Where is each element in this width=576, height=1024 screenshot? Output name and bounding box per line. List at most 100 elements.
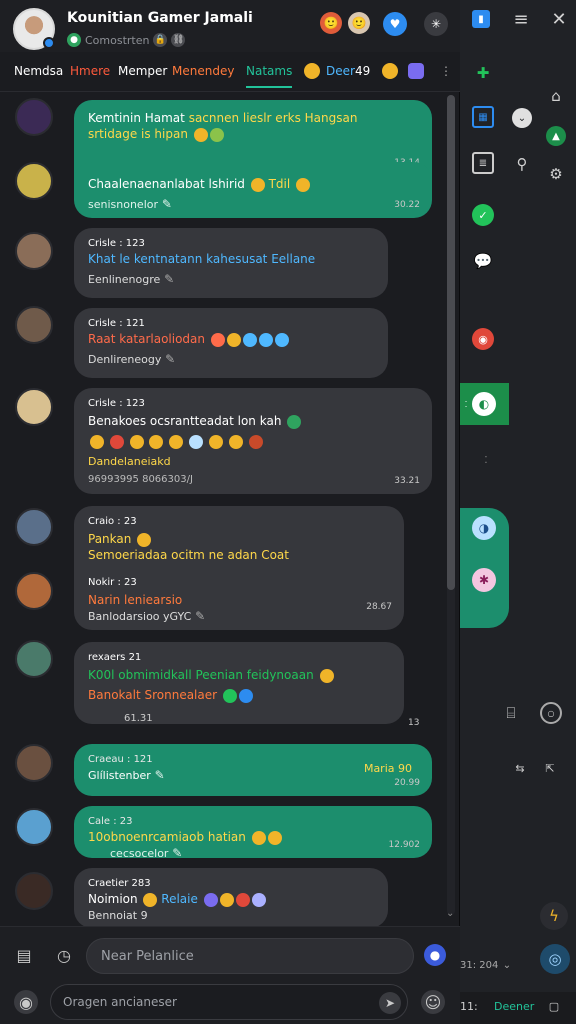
check-icon[interactable]: ✓: [472, 204, 494, 226]
member-avatar-icon-2[interactable]: 🙂: [348, 12, 370, 34]
attach-icon[interactable]: ▤: [12, 943, 36, 967]
message-bubble[interactable]: Cale : 23 10obnoenrcamiaob hatian cecsoc…: [74, 806, 432, 860]
message-input[interactable]: Oragen ancianeser: [50, 984, 408, 1020]
emoji-icon: [287, 414, 302, 429]
message-time: 13: [408, 718, 420, 728]
chevron-down-icon[interactable]: ⌄: [446, 908, 454, 919]
bookmark-icon[interactable]: ▮: [472, 10, 490, 28]
edit-icon[interactable]: ✎: [155, 768, 165, 782]
mic-icon[interactable]: ●: [424, 944, 446, 966]
emoji-icon: [248, 434, 263, 449]
scroll-thumb[interactable]: [447, 95, 455, 590]
gamepad-icon[interactable]: ✚: [472, 62, 494, 84]
avatar[interactable]: [15, 872, 53, 910]
chat-header: Kounitian Gamer Jamali ● Comostrten 🔒 ⛓ …: [0, 0, 460, 52]
document-icon[interactable]: ▦: [472, 106, 494, 128]
tab-hmere[interactable]: Hmere: [70, 64, 110, 78]
up-icon[interactable]: ▲: [546, 126, 566, 146]
tab-natams[interactable]: Natams: [246, 64, 293, 88]
message-bubble[interactable]: Craetier 283 Noimion Relaie Bennoiat 9: [74, 868, 388, 926]
message-bubble[interactable]: Crisle : 123 Khat le kentnatann kahesusa…: [74, 228, 388, 298]
message-text: Benakoes ocsrantteadat: [88, 414, 234, 428]
tab-menendey[interactable]: Menendey: [172, 64, 234, 78]
avatar[interactable]: [15, 388, 53, 426]
emoji-icon[interactable]: [382, 63, 398, 79]
message-text: Glílistenber: [88, 769, 151, 782]
message-text: 96993995 8066303/J: [88, 474, 193, 485]
side-footer-label[interactable]: Deener: [494, 1000, 534, 1013]
sender-name: Crisle : 123: [88, 238, 145, 249]
emoji-icon: [219, 892, 234, 907]
chevron-down-circle-icon[interactable]: ⌄: [512, 108, 532, 128]
emoji-icon: [149, 434, 164, 449]
avatar[interactable]: [15, 508, 53, 546]
channel-icon[interactable]: ◐: [472, 392, 496, 416]
message-list[interactable]: Kemtinin Hamat sacnnen lieslr erks Hangs…: [0, 92, 460, 926]
menu-icon[interactable]: ≡: [510, 8, 532, 30]
avatar[interactable]: [15, 640, 53, 678]
message-text: Chaalenaenanlabat lshirid: [88, 177, 245, 191]
emoji-icon: [203, 892, 218, 907]
settings-icon[interactable]: ✳: [424, 12, 448, 36]
edit-icon[interactable]: ✎: [172, 846, 182, 860]
tab-nemdsa[interactable]: Nemdsa: [14, 64, 63, 78]
message-time: 33.21: [394, 476, 420, 486]
edit-icon[interactable]: ✎: [165, 352, 175, 366]
edit-icon[interactable]: ✎: [162, 197, 172, 211]
avatar[interactable]: [15, 744, 53, 782]
emoji-icon: [267, 830, 282, 845]
timer-icon[interactable]: ◷: [52, 943, 76, 967]
link-icon: ⛓: [171, 33, 186, 47]
avatar[interactable]: [15, 162, 53, 200]
send-icon[interactable]: ➤: [379, 992, 401, 1014]
emoji-icon: [137, 532, 152, 547]
apps-icon[interactable]: [408, 63, 424, 79]
avatar[interactable]: [15, 808, 53, 846]
message-text: Semoeriadaa ocitm ne adan Coat: [88, 548, 289, 562]
tab-memper[interactable]: Memper: [118, 64, 167, 78]
message-text: Raat katarlaoliodan: [88, 332, 205, 346]
member-avatar-icon[interactable]: 🙂: [320, 12, 342, 34]
more-icon[interactable]: ⋮: [440, 64, 452, 78]
avatar[interactable]: [15, 98, 53, 136]
edit-icon[interactable]: ✎: [195, 609, 205, 623]
record-circle-icon[interactable]: ○: [540, 702, 562, 724]
scrollbar[interactable]: [447, 95, 455, 915]
tab-deer[interactable]: Deer: [326, 64, 355, 78]
avatar[interactable]: [15, 306, 53, 344]
target-icon[interactable]: ◎: [540, 944, 570, 974]
message-text: sacnnen lieslr erks Hangsan: [188, 111, 358, 125]
message-bubble[interactable]: rexaers 21 K00l obmimidkall Peenian feid…: [74, 642, 404, 724]
chevron-down-icon[interactable]: ⌄: [500, 958, 514, 972]
search-icon[interactable]: ⚲: [512, 154, 532, 174]
heart-icon[interactable]: ♥: [383, 12, 407, 36]
share-icon[interactable]: ⇱: [540, 758, 560, 778]
home-icon[interactable]: ⌂: [546, 86, 566, 106]
channel-icon-3[interactable]: ✱: [472, 568, 496, 592]
chat-bubble-icon[interactable]: 💬: [472, 250, 494, 272]
edit-icon[interactable]: ✎: [164, 272, 174, 286]
message-bubble[interactable]: Crisle : 123 Benakoes ocsrantteadat lon …: [74, 388, 432, 494]
reply-input[interactable]: Near Pelanlice: [86, 938, 414, 974]
sender-name: Nokir : 23: [88, 577, 137, 588]
message-bubble[interactable]: Chaalenaenanlabat lshirid Tdil senisnone…: [74, 162, 432, 218]
avatar[interactable]: [15, 232, 53, 270]
avatar[interactable]: [15, 572, 53, 610]
message-text: srtidage is hipan: [88, 127, 188, 141]
camera-icon[interactable]: ⌸: [500, 702, 522, 724]
settings-icon[interactable]: ⚙: [546, 164, 566, 184]
emoji-icon: [193, 127, 208, 142]
record-icon[interactable]: ◉: [472, 328, 494, 350]
list-icon[interactable]: ≣: [472, 152, 494, 174]
message-bubble[interactable]: Crisle : 121 Raat katarlaoliodan Denlire…: [74, 308, 388, 378]
bolt-icon[interactable]: ϟ: [540, 902, 568, 930]
window-icon[interactable]: ▢: [546, 998, 562, 1014]
sticker-icon[interactable]: ☺: [421, 990, 445, 1014]
emoji-picker-icon[interactable]: ◉: [14, 990, 38, 1014]
message-bubble[interactable]: Craeau : 121 Glílistenber ✎ Maria 90 20.…: [74, 744, 432, 796]
emoji-icon: [251, 830, 266, 845]
message-bubble[interactable]: Craio : 23 Pankan Semoeriadaa ocitm ne a…: [74, 506, 404, 630]
swap-icon[interactable]: ⇆: [510, 758, 530, 778]
channel-icon-2[interactable]: ◑: [472, 516, 496, 540]
close-icon[interactable]: ✕: [548, 8, 570, 30]
